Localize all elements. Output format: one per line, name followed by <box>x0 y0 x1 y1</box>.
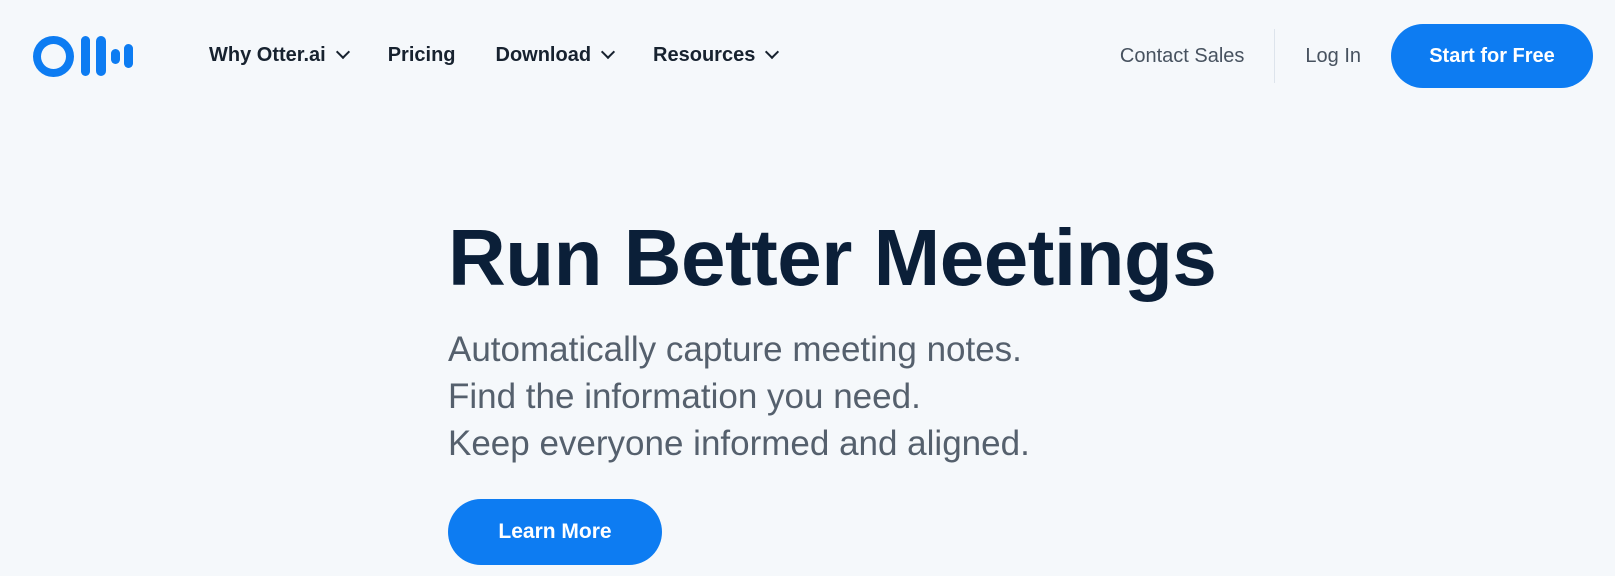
logo-bar <box>80 36 91 76</box>
nav-pricing[interactable]: Pricing <box>388 44 456 67</box>
main-nav: Why Otter.ai Pricing Download Resources <box>209 38 780 72</box>
contact-sales-link[interactable]: Contact Sales <box>1120 45 1245 68</box>
hero-title: Run Better Meetings <box>448 213 1217 302</box>
learn-more-button[interactable]: Learn More <box>448 499 662 565</box>
otter-logo-icon[interactable] <box>33 35 134 77</box>
chevron-down-icon <box>765 44 780 60</box>
nav-actions: Contact Sales Log In Start for Free <box>1120 24 1593 88</box>
nav-why-otter-label: Why Otter.ai <box>209 43 326 66</box>
logo-ring <box>33 35 74 77</box>
chevron-down-icon <box>335 44 350 60</box>
hero-section: Run Better Meetings Automatically captur… <box>448 210 1348 467</box>
nav-download[interactable]: Download <box>495 43 616 67</box>
logo-bar <box>96 36 107 76</box>
chevron-down-icon <box>600 44 616 60</box>
nav-resources-label: Resources <box>653 43 756 66</box>
hero-line: Find the information you need. <box>448 377 921 416</box>
logo-bar <box>111 48 121 64</box>
hero-line: Automatically capture meeting notes. <box>448 330 1022 369</box>
hero-subtitle: Automatically capture meeting notes. Fin… <box>448 326 1348 467</box>
hero-line: Keep everyone informed and aligned. <box>448 424 1030 463</box>
nav-why-otter[interactable]: Why Otter.ai <box>209 43 350 67</box>
nav-download-label: Download <box>495 43 592 66</box>
nav-divider <box>1274 29 1276 83</box>
top-navigation: Why Otter.ai Pricing Download Resources … <box>0 0 1615 112</box>
nav-resources[interactable]: Resources <box>653 43 780 67</box>
nav-pricing-label: Pricing <box>387 43 456 66</box>
logo-bar <box>124 44 134 68</box>
start-for-free-button[interactable]: Start for Free <box>1391 24 1593 88</box>
log-in-link[interactable]: Log In <box>1305 45 1361 68</box>
